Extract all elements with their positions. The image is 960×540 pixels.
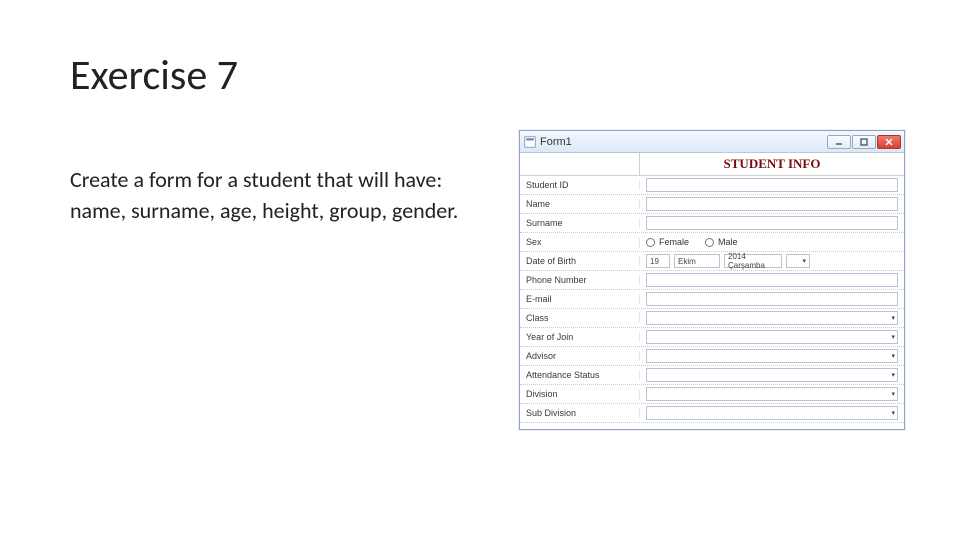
row-division: Division ▾ <box>520 385 904 404</box>
student-id-input[interactable] <box>646 178 898 192</box>
surname-input[interactable] <box>646 216 898 230</box>
window-titlebar[interactable]: Form1 <box>520 131 904 153</box>
row-class: Class ▾ <box>520 309 904 328</box>
row-surname: Surname <box>520 214 904 233</box>
phone-input[interactable] <box>646 273 898 287</box>
name-input[interactable] <box>646 197 898 211</box>
sub-division-dropdown[interactable]: ▾ <box>646 406 898 420</box>
label-class: Class <box>520 313 640 323</box>
maximize-button[interactable] <box>852 135 876 149</box>
form-window: Form1 STUDENT INFO Student ID Name <box>519 130 905 430</box>
slide-body: Create a form for a student that will ha… <box>70 165 480 227</box>
row-phone: Phone Number <box>520 271 904 290</box>
form-rows: Student ID Name Surname Sex Female <box>520 176 904 429</box>
email-input[interactable] <box>646 292 898 306</box>
slide-title: Exercise 7 <box>70 50 238 101</box>
advisor-dropdown[interactable]: ▾ <box>646 349 898 363</box>
dob-day-input[interactable]: 19 <box>646 254 670 268</box>
label-email: E-mail <box>520 294 640 304</box>
label-sub-division: Sub Division <box>520 408 640 418</box>
row-attendance: Attendance Status ▾ <box>520 366 904 385</box>
window-controls <box>827 135 901 149</box>
label-student-id: Student ID <box>520 180 640 190</box>
close-button[interactable] <box>877 135 901 149</box>
minimize-button[interactable] <box>827 135 851 149</box>
row-advisor: Advisor ▾ <box>520 347 904 366</box>
chevron-down-icon: ▾ <box>891 353 895 360</box>
label-division: Division <box>520 389 640 399</box>
chevron-down-icon: ▾ <box>891 410 895 417</box>
chevron-down-icon: ▾ <box>891 372 895 379</box>
dob-year-input[interactable]: 2014 Çarşamba <box>724 254 782 268</box>
row-student-id: Student ID <box>520 176 904 195</box>
dob-month-input[interactable]: Ekim <box>674 254 720 268</box>
app-icon <box>524 136 536 148</box>
label-dob: Date of Birth <box>520 256 640 266</box>
window-title: Form1 <box>540 136 572 148</box>
chevron-down-icon: ▾ <box>891 391 895 398</box>
division-dropdown[interactable]: ▾ <box>646 387 898 401</box>
year-of-join-dropdown[interactable]: ▾ <box>646 330 898 344</box>
form-header-row: STUDENT INFO <box>520 153 904 176</box>
row-name: Name <box>520 195 904 214</box>
dob-calendar-button[interactable]: ▾ <box>786 254 810 268</box>
calendar-icon: ▾ <box>802 257 806 265</box>
attendance-dropdown[interactable]: ▾ <box>646 368 898 382</box>
label-surname: Surname <box>520 218 640 228</box>
chevron-down-icon: ▾ <box>891 315 895 322</box>
label-phone: Phone Number <box>520 275 640 285</box>
sex-male-label: Male <box>718 237 738 247</box>
row-year-of-join: Year of Join ▾ <box>520 328 904 347</box>
row-sub-division: Sub Division ▾ <box>520 404 904 423</box>
sex-female-label: Female <box>659 237 689 247</box>
row-dob: Date of Birth 19 Ekim 2014 Çarşamba ▾ <box>520 252 904 271</box>
chevron-down-icon: ▾ <box>891 334 895 341</box>
row-email: E-mail <box>520 290 904 309</box>
label-name: Name <box>520 199 640 209</box>
label-sex: Sex <box>520 237 640 247</box>
sex-male-radio[interactable] <box>705 238 714 247</box>
form-header: STUDENT INFO <box>640 153 904 175</box>
label-attendance: Attendance Status <box>520 370 640 380</box>
label-advisor: Advisor <box>520 351 640 361</box>
sex-female-radio[interactable] <box>646 238 655 247</box>
label-year-of-join: Year of Join <box>520 332 640 342</box>
row-sex: Sex Female Male <box>520 233 904 252</box>
class-dropdown[interactable]: ▾ <box>646 311 898 325</box>
